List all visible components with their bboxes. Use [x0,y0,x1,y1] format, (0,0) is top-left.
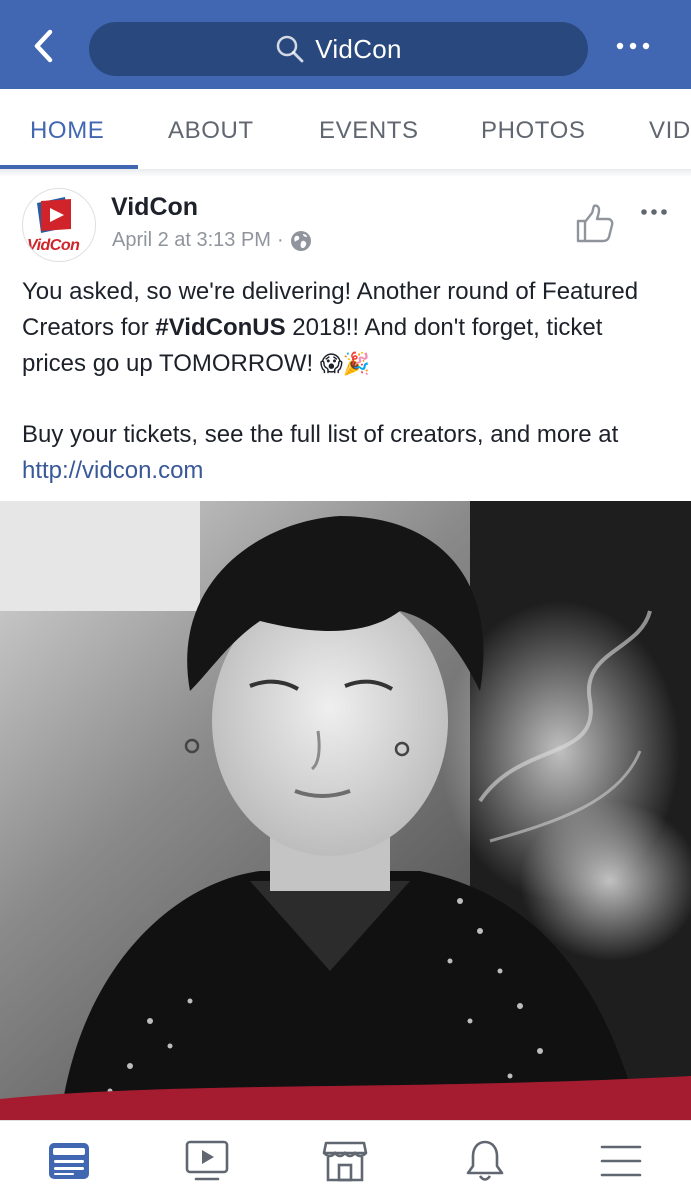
like-page-button[interactable] [572,201,618,247]
top-navigation-bar: VidCon [0,0,691,89]
post-text-segment: Buy your tickets, see the full list of c… [22,421,619,448]
back-button[interactable] [22,24,66,68]
tab-videos[interactable]: VID [649,89,691,169]
post-link[interactable]: http://vidcon.com [22,457,203,484]
notifications-bell-icon [466,1140,504,1181]
search-icon [276,35,304,63]
nav-notifications[interactable] [445,1121,525,1201]
page-tabs: HOME ABOUT EVENTS PHOTOS VID [0,89,691,170]
globe-icon [290,230,311,251]
nav-watch[interactable] [167,1121,247,1201]
chevron-left-icon [34,29,53,63]
meta-separator: · [276,229,284,251]
tab-photos[interactable]: PHOTOS [481,89,586,169]
more-horizontal-icon [641,209,667,215]
tab-events[interactable]: EVENTS [319,89,419,169]
post-meta: April 2 at 3:13 PM · [112,229,312,252]
hashtag-link[interactable]: #VidConUS [155,314,285,341]
news-feed-icon [49,1143,89,1179]
post-paragraph-2: Buy your tickets, see the full list of c… [22,417,672,489]
post-text: You asked, so we're delivering! Another … [22,274,672,489]
page-avatar[interactable]: VidCon [22,188,96,262]
thumbs-up-icon [576,204,614,243]
post-page-name[interactable]: VidCon [111,193,198,222]
post-paragraph-1: You asked, so we're delivering! Another … [22,274,672,383]
post-timestamp[interactable]: April 2 at 3:13 PM [112,229,271,252]
search-value: VidCon [315,33,402,64]
tab-about[interactable]: ABOUT [168,89,254,169]
search-input[interactable]: VidCon [89,22,588,76]
tab-home[interactable]: HOME [30,89,104,169]
menu-icon [600,1145,642,1177]
creator-portrait-image [0,501,691,1121]
bottom-tab-bar [0,1120,691,1201]
marketplace-icon [322,1141,368,1182]
vidcon-logo-text: VidCon [27,237,80,254]
video-icon [185,1140,229,1181]
post-image[interactable] [0,501,691,1121]
tabs-divider [0,169,691,177]
emoji-scream-party: 😱🎉 [319,352,371,377]
nav-marketplace[interactable] [305,1121,385,1201]
post-options-button[interactable] [634,200,674,224]
nav-news-feed[interactable] [29,1121,109,1201]
nav-menu[interactable] [581,1121,661,1201]
more-horizontal-icon [616,42,650,50]
more-options-button[interactable] [605,24,661,68]
